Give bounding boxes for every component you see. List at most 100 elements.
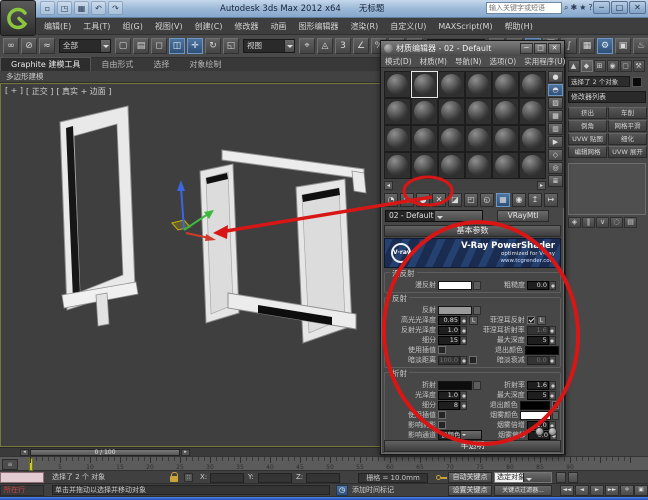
ribbon-tab[interactable]: 对象绘制 (179, 58, 231, 71)
value-spinner[interactable]: 5 (526, 390, 556, 400)
sample-slot[interactable] (519, 152, 546, 179)
spinner-value[interactable]: 8 (438, 400, 460, 410)
select-and-manipulate-button[interactable]: ◬ (317, 38, 333, 54)
door-frame-left-object[interactable] (59, 105, 139, 327)
viewport-menu-shading[interactable]: [ 真实 + 边面 ] (56, 86, 111, 97)
spinner-arrows[interactable] (460, 325, 467, 335)
sample-slot[interactable] (411, 125, 438, 152)
sample-slot[interactable] (438, 71, 465, 98)
menu-item[interactable]: 编辑(E) (38, 18, 77, 35)
search-input[interactable] (486, 2, 562, 14)
me-menu-item[interactable]: 导航(N) (451, 56, 485, 67)
modifier-button[interactable]: 网格平滑 (608, 120, 647, 132)
schematic-view-button[interactable]: ▦ (579, 38, 595, 54)
stack-tool-button[interactable]: ▤ (624, 217, 637, 228)
window-crossing-button[interactable]: ◫ (169, 38, 185, 54)
value-spinner[interactable]: 1.0 (438, 390, 467, 400)
select-by-name-button[interactable]: ▤ (133, 38, 149, 54)
viewport-menu-view[interactable]: [ 正交 ] (26, 86, 53, 97)
previous-frame-button[interactable]: ◂ (20, 448, 29, 456)
sample-slot[interactable] (411, 71, 438, 98)
spinner-arrows[interactable] (549, 380, 556, 390)
make-material-copy-button[interactable]: ◪ (448, 192, 462, 207)
viewport-menu-plus[interactable]: [ + ] (5, 86, 23, 97)
sample-slot[interactable] (384, 125, 411, 152)
material-editor-titlebar[interactable]: 材质编辑器 - 02 - Default ─ □ ✕ (381, 41, 564, 56)
command-panel-tab-display[interactable]: ▢ (619, 60, 632, 72)
put-to-library-button[interactable]: ◰ (464, 192, 478, 207)
background-button[interactable]: ▨ (548, 97, 563, 109)
material-name-dropdown[interactable]: 02 - Default (385, 210, 483, 222)
spinner-arrows[interactable] (460, 315, 467, 325)
menu-item[interactable]: 动画 (264, 18, 292, 35)
reset-map-button[interactable]: ✕ (432, 192, 446, 207)
spinner-value[interactable]: 5 (526, 335, 549, 345)
assign-material-to-selection-button[interactable]: ◕ (416, 192, 430, 207)
menu-item[interactable]: 自定义(U) (384, 18, 432, 35)
material-editor-options-button[interactable]: ◇ (548, 149, 563, 161)
chevron-down-icon[interactable] (459, 431, 481, 439)
sample-slot[interactable] (384, 71, 411, 98)
add-time-tag-label[interactable]: 添加时间标记 (352, 484, 394, 497)
stack-tool-button[interactable]: ‖ (582, 217, 595, 228)
sample-slot[interactable] (438, 125, 465, 152)
key-filters-button[interactable]: 关键点过滤器... (494, 485, 552, 496)
spinner-down-icon[interactable] (550, 361, 555, 365)
put-material-to-scene-button[interactable]: ◑ (400, 192, 414, 207)
spinner-arrows[interactable] (460, 335, 467, 345)
checkbox[interactable] (551, 401, 559, 409)
sample-slot[interactable] (519, 125, 546, 152)
sample-slot[interactable] (438, 152, 465, 179)
spinner-arrows[interactable] (460, 355, 467, 365)
spinner-down-icon[interactable] (461, 361, 466, 365)
color-swatch[interactable] (520, 410, 551, 420)
me-menu-item[interactable]: 实用程序(U) (520, 56, 569, 67)
max-logo-button[interactable] (0, 0, 36, 36)
quick-access-icon-1[interactable]: ◳ (57, 1, 72, 15)
sample-slot[interactable] (465, 71, 492, 98)
spinner-arrows[interactable] (549, 280, 556, 290)
color-swatch[interactable] (438, 280, 472, 290)
command-panel-tab-motion[interactable]: ◉ (606, 60, 619, 72)
select-and-rotate-button[interactable]: ↻ (205, 38, 221, 54)
info-center-icon-2[interactable]: ★ (579, 3, 586, 12)
sample-uv-tiling-button[interactable]: ▦ (548, 110, 563, 122)
material-id-channel-button[interactable]: ◵ (480, 192, 494, 207)
select-and-link-button[interactable]: ∞ (3, 38, 19, 54)
me-menu-item[interactable]: 模式(D) (381, 56, 416, 67)
go-forward-to-sibling-button[interactable]: ↦ (544, 192, 558, 207)
modifier-button[interactable]: UVW 贴图 (568, 133, 607, 145)
viewport-nav-button[interactable]: ▣ (634, 485, 648, 496)
spinner-value[interactable]: 100.0 (438, 355, 460, 365)
render-production-button[interactable]: ♨ (633, 38, 648, 54)
bind-to-space-warp-button[interactable]: ≈ (39, 38, 55, 54)
spinner-value[interactable]: 0.0 (526, 355, 549, 365)
chevron-down-icon[interactable] (522, 473, 551, 482)
sample-slot[interactable] (411, 152, 438, 179)
video-color-check-button[interactable]: ▥ (548, 123, 563, 135)
sample-slot[interactable] (411, 98, 438, 125)
command-panel-tab-hierarchy[interactable]: ⊞ (593, 60, 606, 72)
playback-button[interactable]: ◄ (575, 485, 589, 496)
value-spinner[interactable]: 1.6 (527, 380, 556, 390)
param-dropdown[interactable]: 仅颜色 (438, 430, 482, 440)
mini-button[interactable] (568, 472, 578, 483)
sample-slot[interactable] (465, 98, 492, 125)
select-object-button[interactable]: ▢ (115, 38, 131, 54)
me-menu-item[interactable]: 选项(O) (485, 56, 520, 67)
y-coordinate-field[interactable] (258, 473, 292, 483)
sample-slot[interactable] (465, 152, 492, 179)
angle-snap-toggle-button[interactable]: ∠ (353, 38, 369, 54)
value-spinner[interactable]: 15 (438, 335, 467, 345)
spinner-arrows[interactable] (548, 325, 556, 335)
select-and-move-button[interactable]: ✛ (187, 38, 203, 54)
value-spinner[interactable]: 0.0 (527, 280, 556, 290)
color-swatch[interactable] (519, 400, 550, 410)
go-to-parent-button[interactable]: ↥ (528, 192, 542, 207)
viewport-nav-button[interactable]: ✛ (620, 485, 634, 496)
map-button[interactable] (473, 380, 481, 390)
spinner-arrows[interactable] (460, 400, 467, 410)
modifier-stack-list[interactable] (568, 163, 646, 215)
slot-scroll-right[interactable]: ▸ (537, 181, 546, 190)
material-map-navigator-button[interactable]: ≣ (548, 175, 563, 187)
